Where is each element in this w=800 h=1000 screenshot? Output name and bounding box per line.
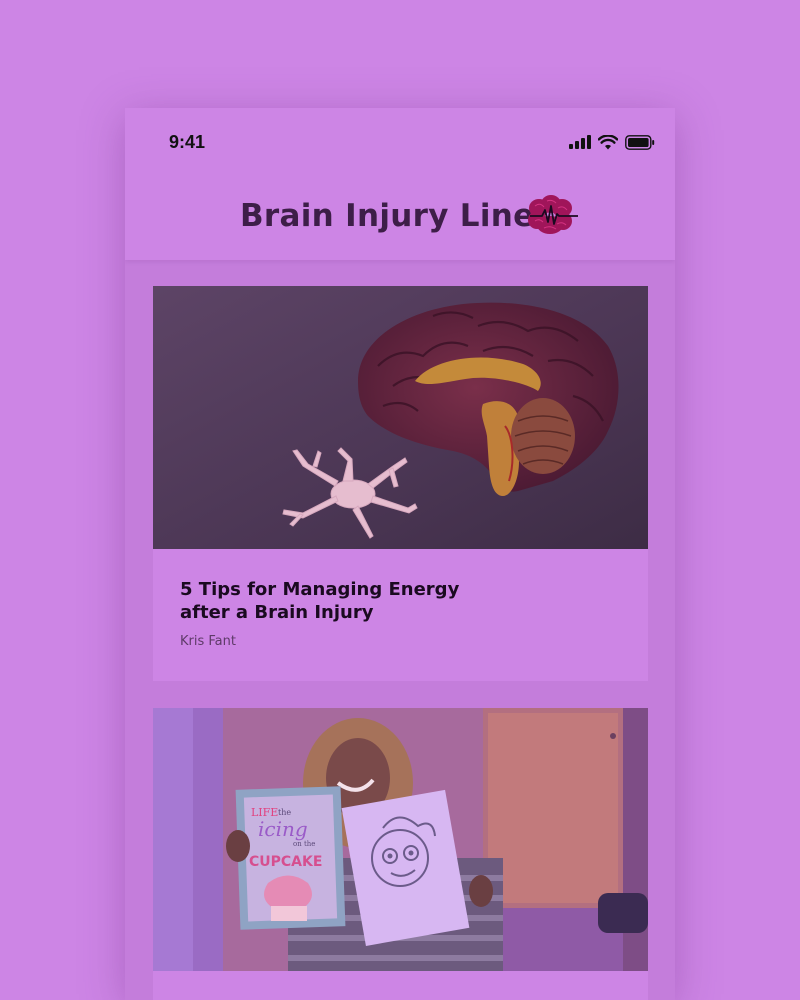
app-title: Brain Injury Line xyxy=(240,198,535,234)
app-header: Brain Injury Line xyxy=(125,176,675,260)
brain-heartbeat-icon[interactable] xyxy=(527,194,579,236)
status-icons xyxy=(569,134,655,150)
battery-icon xyxy=(625,134,655,150)
wifi-icon xyxy=(598,134,618,149)
drawing-text-the: the xyxy=(278,808,291,817)
brain-model-photo[interactable] xyxy=(153,286,648,549)
cellular-signal-icon xyxy=(569,135,591,149)
person-holding-drawings-photo[interactable]: LIFE the icing on the CUPCAKE xyxy=(153,708,648,971)
status-bar: 9:41 xyxy=(125,108,675,176)
article-card[interactable]: LIFE the icing on the CUPCAKE xyxy=(153,708,648,1000)
app-top-bar: 9:41 Brain Injury Line xyxy=(125,108,675,260)
drawing-text-cupcake: CUPCAKE xyxy=(249,854,322,870)
drawing-text-on-the: on the xyxy=(293,840,315,848)
article-card[interactable]: 5 Tips for Managing Energy after a Brain… xyxy=(153,286,648,681)
article-author: Kris Fant xyxy=(180,634,236,649)
article-title[interactable]: 5 Tips for Managing Energy after a Brain… xyxy=(180,578,470,624)
article-card-body: 5 Tips for Managing Energy after a Brain… xyxy=(153,549,648,681)
drawing-text-icing: icing xyxy=(258,817,308,841)
phone-frame: 9:41 Brain Injury Line 5 Tips for Managi… xyxy=(125,108,675,1000)
status-time: 9:41 xyxy=(169,132,206,152)
